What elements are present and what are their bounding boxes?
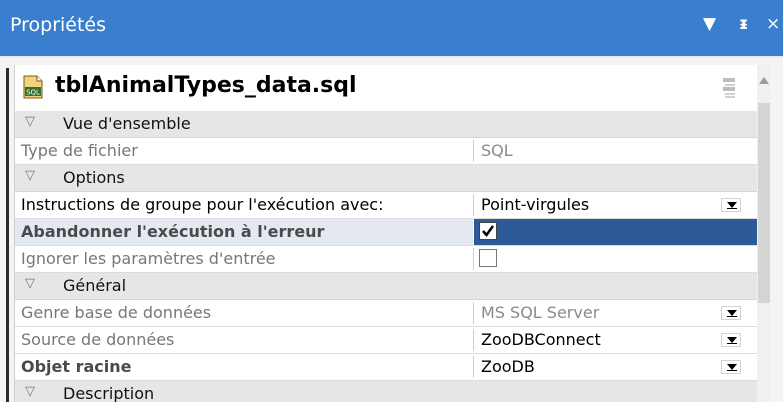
category-options[interactable]: ▽ Options — [15, 165, 757, 192]
property-name: Type de fichier — [21, 141, 138, 160]
sql-file-icon: SQL — [23, 75, 43, 99]
pin-icon[interactable]: ᵻ — [739, 14, 748, 34]
column-separator — [473, 302, 474, 324]
panel-left-border — [6, 68, 9, 402]
property-name: Genre base de données — [21, 303, 212, 322]
property-row-data-source[interactable]: Source de données ZooDBConnect — [15, 327, 757, 354]
property-row-file-type[interactable]: Type de fichier SQL — [15, 138, 757, 165]
dropdown-arrow-icon[interactable] — [721, 360, 741, 374]
panel-title: Propriétés — [10, 14, 107, 36]
column-separator — [473, 248, 474, 270]
property-rows: ▽ Vue d'ensemble Type de fichier SQL ▽ O… — [15, 111, 757, 402]
collapse-triangle-icon[interactable]: ▽ — [25, 114, 35, 129]
column-separator — [473, 194, 474, 216]
property-value[interactable]: Point-virgules — [481, 195, 589, 214]
collapse-triangle-icon[interactable]: ▽ — [25, 168, 35, 183]
property-value: SQL — [481, 141, 513, 160]
column-separator — [473, 356, 474, 378]
category-label: Vue d'ensemble — [63, 114, 191, 133]
property-name: Objet racine — [21, 357, 132, 376]
panel-menu-dropdown-icon[interactable]: ▼ — [703, 14, 716, 34]
property-name: Abandonner l'exécution à l'erreur — [21, 222, 325, 241]
abort-on-error-checkbox[interactable] — [479, 222, 497, 240]
categorized-sort-icon[interactable] — [721, 77, 737, 99]
property-row-abort-on-error[interactable]: Abandonner l'exécution à l'erreur — [15, 219, 757, 246]
property-value[interactable]: ZooDB — [481, 357, 535, 376]
property-value[interactable]: ZooDBConnect — [481, 330, 601, 349]
category-label: Général — [63, 276, 127, 295]
collapse-triangle-icon[interactable]: ▽ — [25, 384, 35, 399]
property-row-ignore-input-params[interactable]: Ignorer les paramètres d'entrée — [15, 246, 757, 273]
property-name: Ignorer les paramètres d'entrée — [21, 249, 276, 268]
properties-grid: SQL tblAnimalTypes_data.sql ▽ Vue d'ense… — [14, 65, 770, 402]
property-row-database-kind[interactable]: Genre base de données MS SQL Server — [15, 300, 757, 327]
close-icon[interactable]: × — [766, 14, 780, 34]
property-value: MS SQL Server — [481, 303, 600, 322]
property-row-group-statements[interactable]: Instructions de groupe pour l'exécution … — [15, 192, 757, 219]
category-label: Options — [63, 168, 125, 187]
dropdown-arrow-icon[interactable] — [721, 198, 741, 212]
selected-value-cell — [474, 219, 757, 245]
column-separator — [473, 329, 474, 351]
property-row-root-object[interactable]: Objet racine ZooDB — [15, 354, 757, 381]
scrollbar-thumb[interactable] — [758, 103, 770, 303]
checkmark-icon — [482, 225, 495, 238]
category-description[interactable]: ▽ Description — [15, 381, 757, 402]
ignore-input-params-checkbox[interactable] — [479, 249, 497, 267]
file-name: tblAnimalTypes_data.sql — [55, 73, 357, 98]
category-general[interactable]: ▽ Général — [15, 273, 757, 300]
column-separator — [473, 140, 474, 162]
svg-text:SQL: SQL — [26, 89, 40, 97]
file-header: SQL tblAnimalTypes_data.sql — [15, 65, 757, 111]
panel-titlebar: Propriétés ▼ ᵻ × — [0, 0, 783, 58]
dropdown-arrow-icon[interactable] — [721, 306, 741, 320]
category-overview[interactable]: ▽ Vue d'ensemble — [15, 111, 757, 138]
property-name: Instructions de groupe pour l'exécution … — [21, 195, 384, 214]
scroll-up-arrow-icon[interactable] — [759, 77, 769, 84]
vertical-scrollbar[interactable] — [757, 65, 770, 402]
dropdown-arrow-icon[interactable] — [721, 333, 741, 347]
category-label: Description — [63, 384, 155, 402]
collapse-triangle-icon[interactable]: ▽ — [25, 276, 35, 291]
property-name: Source de données — [21, 330, 175, 349]
